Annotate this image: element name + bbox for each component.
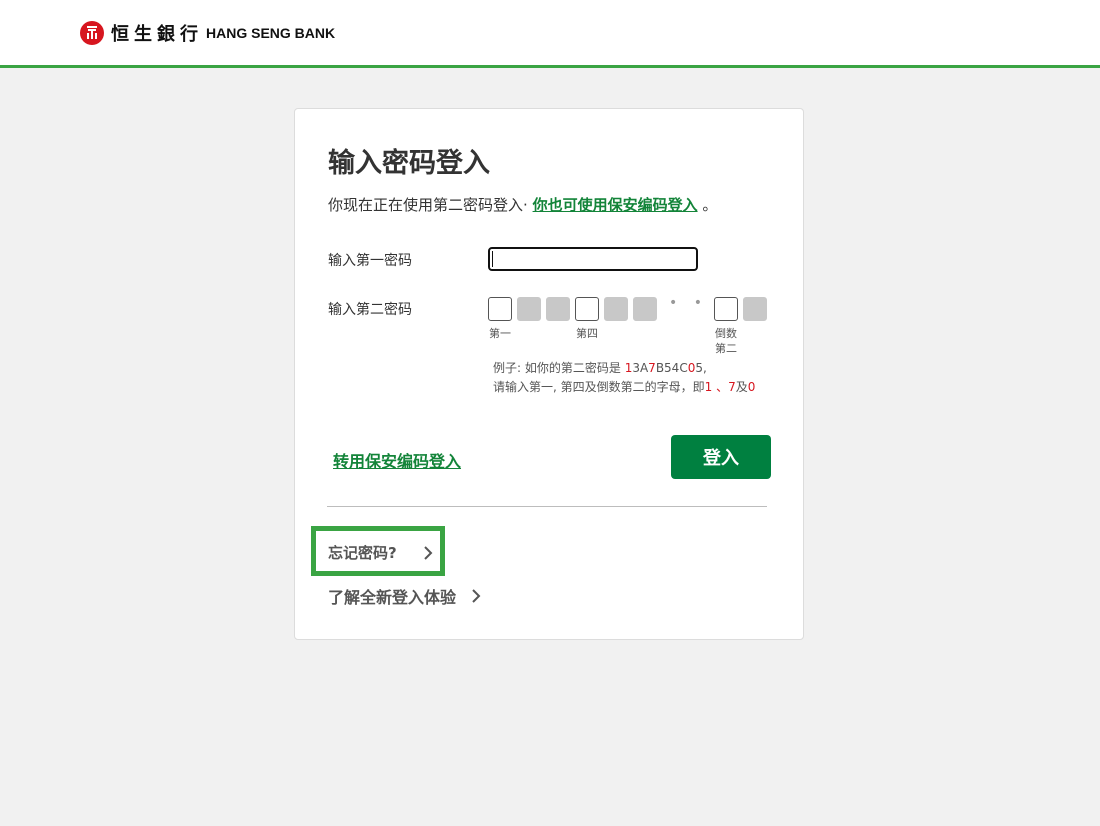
example-code-plain-1: 3A [632, 361, 649, 375]
box-label-fourth: 第四 [576, 327, 598, 340]
box-label-second-last: 倒数 第二 [715, 326, 737, 356]
learn-new-login-label: 了解全新登入体验 [328, 588, 457, 607]
second-password-char-4-input[interactable] [575, 297, 599, 321]
example-separator-2: 及 [735, 380, 748, 394]
brand-name-chinese: 恒生銀行 [111, 24, 203, 45]
second-password-char-2 [517, 297, 541, 321]
description-suffix: 。 [702, 196, 718, 214]
text-caret [492, 251, 493, 267]
box-label-first: 第一 [489, 327, 511, 340]
first-password-input[interactable] [488, 247, 698, 271]
learn-new-login-link[interactable]: 了解全新登入体验 [328, 584, 481, 608]
description-text: 你现在正在使用第二密码登入· [328, 196, 528, 214]
example-prefix: 例子: 如你的第二密码是 [493, 361, 625, 375]
switch-to-security-code-link[interactable]: 转用保安编码登入 [333, 448, 461, 472]
example-line-1: 例子: 如你的第二密码是 13A7B54C05, [493, 359, 755, 378]
brand-logo[interactable]: 恒生銀行 HANG SENG BANK [80, 20, 335, 46]
example-answer-3: 0 [747, 380, 756, 394]
example-answer-2: 7 [728, 380, 736, 394]
second-password-char-3 [546, 297, 570, 321]
second-password-example: 例子: 如你的第二密码是 13A7B54C05, 请输入第一, 第四及倒数第二的… [493, 359, 755, 397]
top-header: 恒生銀行 HANG SENG BANK [0, 0, 1100, 68]
second-password-char-6 [633, 297, 657, 321]
first-password-label: 输入第一密码 [328, 253, 412, 269]
page-title: 输入密码登入 [328, 148, 490, 179]
second-password-second-last-input[interactable] [714, 297, 738, 321]
chevron-right-icon [472, 589, 481, 603]
example-code-plain-2: B54C [655, 361, 688, 375]
login-button[interactable]: 登入 [671, 435, 771, 479]
example-separator-1: 、 [712, 380, 729, 394]
security-code-login-link[interactable]: 你也可使用保安编码登入 [533, 196, 698, 214]
forgot-password-button[interactable]: 忘记密码? [311, 526, 445, 576]
box-label-second-last-line2: 第二 [715, 342, 737, 355]
hang-seng-logo-icon [80, 21, 104, 45]
second-password-char-5 [604, 297, 628, 321]
login-card: 输入密码登入 你现在正在使用第二密码登入· 你也可使用保安编码登入 。 输入第一… [294, 108, 804, 640]
example-instruction: 请输入第一, 第四及倒数第二的字母，即 [493, 380, 705, 394]
second-password-label: 输入第二密码 [328, 302, 412, 318]
second-password-char-1-input[interactable] [488, 297, 512, 321]
box-label-second-last-line1: 倒数 [715, 327, 737, 340]
example-line-2: 请输入第一, 第四及倒数第二的字母，即1 、7及0 [493, 378, 755, 397]
brand-name-english: HANG SENG BANK [206, 25, 336, 41]
divider [327, 506, 767, 507]
example-code-highlight-2: 7 [648, 361, 656, 375]
forgot-password-label: 忘记密码? [328, 544, 397, 562]
login-description: 你现在正在使用第二密码登入· 你也可使用保安编码登入 。 [328, 194, 717, 215]
second-password-last-char [743, 297, 767, 321]
example-code-plain-3: 5, [695, 361, 707, 375]
chevron-right-icon [424, 546, 433, 560]
